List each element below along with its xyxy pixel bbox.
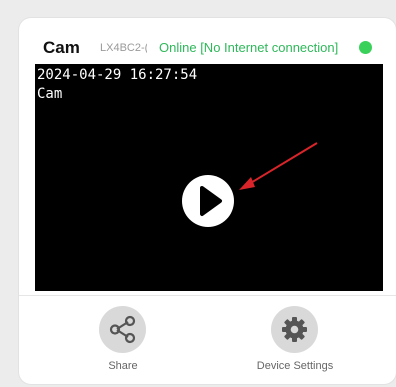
gear-icon xyxy=(282,317,307,342)
share-button[interactable]: Share xyxy=(63,306,183,376)
play-icon xyxy=(200,186,222,216)
divider xyxy=(19,295,396,296)
device-settings-label: Device Settings xyxy=(256,360,334,372)
settings-icon-circle xyxy=(271,306,318,353)
play-button[interactable] xyxy=(182,175,234,227)
share-label: Share xyxy=(108,360,138,372)
share-icon xyxy=(109,315,136,344)
share-icon-circle xyxy=(99,306,146,353)
page: Cam LX4BC2-( Online [No Internet connect… xyxy=(0,0,396,387)
device-settings-button[interactable]: Device Settings xyxy=(235,306,355,376)
camera-card: Cam LX4BC2-( Online [No Internet connect… xyxy=(19,18,396,384)
status-indicator-dot xyxy=(359,41,372,54)
video-timestamp: 2024-04-29 16:27:54 xyxy=(37,67,198,83)
camera-name[interactable]: Cam xyxy=(43,38,80,58)
video-preview[interactable]: 2024-04-29 16:27:54 Cam xyxy=(35,64,383,291)
video-overlay-name: Cam xyxy=(37,86,63,102)
camera-id: LX4BC2-( xyxy=(100,42,147,54)
connection-status: Online [No Internet connection] xyxy=(159,40,339,55)
camera-header: Cam LX4BC2-( Online [No Internet connect… xyxy=(19,18,396,64)
